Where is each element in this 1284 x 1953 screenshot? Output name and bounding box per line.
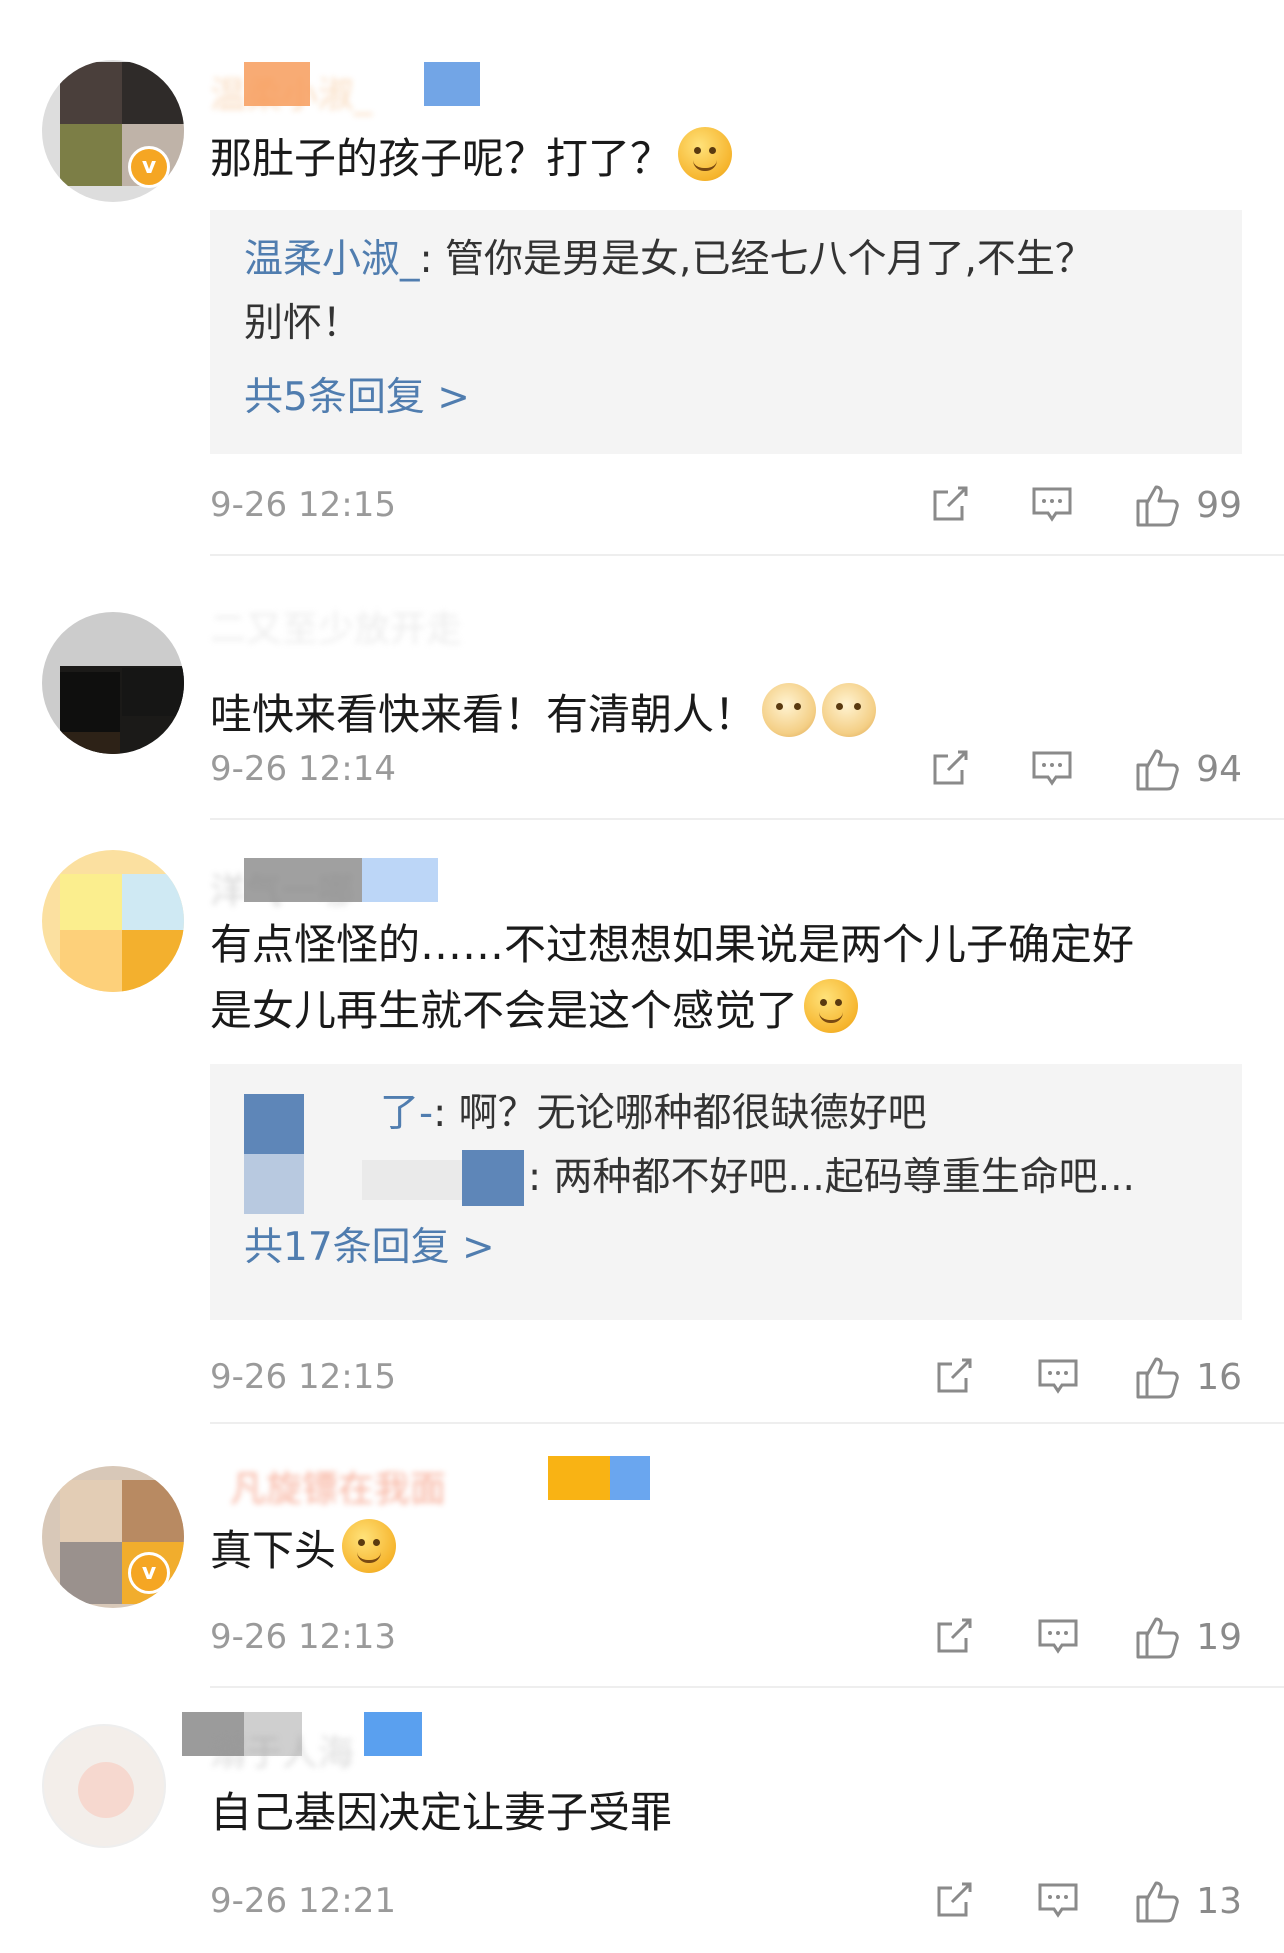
timestamp: 9-26 12:13: [210, 1617, 396, 1657]
verified-badge-icon: v: [128, 1552, 170, 1594]
share-icon[interactable]: [928, 746, 972, 792]
doge-emoji-icon: [762, 683, 817, 737]
like-count: 99: [1196, 484, 1242, 526]
laugh-cry-emoji-icon: [804, 979, 859, 1033]
reply-author-blurred: [462, 1150, 524, 1206]
like-count: 13: [1196, 1880, 1242, 1922]
avatar[interactable]: [42, 612, 184, 754]
avatar[interactable]: [42, 850, 184, 992]
reply-author[interactable]: 了-: [380, 1091, 433, 1136]
like-button[interactable]: 99: [1134, 480, 1242, 530]
comment-icon[interactable]: [1036, 1614, 1080, 1660]
thumbs-up-icon: [1136, 749, 1179, 791]
reply-line: 温柔小淑_: 管你是男是女,已经七八个月了,不生？: [244, 237, 1094, 282]
like-button[interactable]: 16: [1134, 1352, 1242, 1402]
reply-author[interactable]: 温柔小淑_: [244, 237, 420, 282]
thumbs-up-icon: [1136, 485, 1179, 527]
reply-preview[interactable]: 温柔小淑_: 管你是男是女,已经七八个月了,不生？ 别怀！ 共5条回复 >: [210, 210, 1242, 454]
comment-text: 真下头: [210, 1518, 1224, 1584]
comment-meta: 9-26 12:13 19: [210, 1612, 1242, 1662]
like-button[interactable]: 19: [1134, 1612, 1242, 1662]
username-blurred[interactable]: 温柔小淑_: [210, 62, 540, 116]
comment-icon[interactable]: [1030, 746, 1074, 792]
comment-text: 有点怪怪的……不过想想如果说是两个儿子确定好 是女儿再生就不会是这个感觉了: [210, 920, 1135, 1035]
reply-preview[interactable]: 了-: 啊？无论哪种都很缺德好吧 : 两种都不好吧...起码尊重生命吧... 共…: [210, 1064, 1242, 1320]
like-count: 19: [1196, 1616, 1242, 1658]
like-count: 94: [1196, 748, 1242, 790]
comment-icon[interactable]: [1036, 1354, 1080, 1400]
comment-item: v 温柔小淑_ 那肚子的孩子呢？打了？ 温柔小淑_: 管你是男是女,已经七八个月…: [0, 0, 1284, 556]
comment-text: 哇快来看快来看！有清朝人！: [210, 682, 1224, 748]
more-replies-link[interactable]: 共5条回复 >: [244, 370, 470, 426]
comment-item: v 凡旋镖在我面 真下头 9-26 12:13 19: [0, 1424, 1284, 1688]
thumbs-up-icon: [1136, 1357, 1179, 1399]
comment-text: 自己基因决定让妻子受罪: [210, 1788, 673, 1837]
timestamp: 9-26 12:15: [210, 485, 396, 525]
comment-icon[interactable]: [1030, 482, 1074, 528]
like-button[interactable]: 94: [1134, 744, 1242, 794]
reply-avatar-blurred: [244, 1094, 304, 1154]
reply-line-continued: 别怀！: [244, 301, 362, 346]
username-blurred[interactable]: 洋气一哪: [210, 858, 470, 912]
comment-item: 溺于人海 自己基因决定让妻子受罪 9-26 12:21 13: [0, 1688, 1284, 1953]
more-replies-link[interactable]: 共17条回复 >: [244, 1220, 495, 1276]
username-blurred[interactable]: 溺于人海: [182, 1712, 470, 1774]
comment-icon[interactable]: [1036, 1878, 1080, 1924]
timestamp: 9-26 12:21: [210, 1881, 396, 1921]
like-button[interactable]: 13: [1134, 1876, 1242, 1926]
comment-item: 二又至少放开走 哇快来看快来看！有清朝人！ 9-26 12:14 94: [0, 556, 1284, 820]
share-icon[interactable]: [928, 482, 972, 528]
username-blurred[interactable]: 凡旋镖在我面: [210, 1456, 650, 1510]
avatar[interactable]: [42, 1724, 166, 1848]
timestamp: 9-26 12:14: [210, 749, 396, 789]
share-icon[interactable]: [932, 1614, 976, 1660]
comment-meta: 9-26 12:21 13: [210, 1876, 1242, 1926]
thumbs-up-icon: [1136, 1881, 1179, 1923]
emoji-icon: [342, 1519, 397, 1573]
like-count: 16: [1196, 1356, 1242, 1398]
reply-avatar-blurred: [244, 1154, 304, 1214]
comment-meta: 9-26 12:14 94: [210, 744, 1242, 794]
comment-item: 洋气一哪 有点怪怪的……不过想想如果说是两个儿子确定好 是女儿再生就不会是这个感…: [0, 820, 1284, 1424]
timestamp: 9-26 12:15: [210, 1357, 396, 1397]
comment-meta: 9-26 12:15 16: [210, 1352, 1242, 1402]
comment-meta: 9-26 12:15 99: [210, 480, 1242, 530]
thumbs-up-icon: [1136, 1617, 1179, 1659]
reply-author-blurred: [362, 1160, 462, 1200]
username-blurred[interactable]: 二又至少放开走: [210, 596, 630, 650]
comment-text: 那肚子的孩子呢？打了？: [210, 126, 1224, 192]
doge-emoji-icon: [822, 683, 877, 737]
share-icon[interactable]: [932, 1878, 976, 1924]
reply-line: 了-: 啊？无论哪种都很缺德好吧: [380, 1091, 927, 1136]
verified-badge-icon: v: [128, 146, 170, 188]
emoji-icon: [678, 127, 733, 181]
share-icon[interactable]: [932, 1354, 976, 1400]
reply-line: : 两种都不好吧...起码尊重生命吧...: [528, 1155, 1135, 1200]
